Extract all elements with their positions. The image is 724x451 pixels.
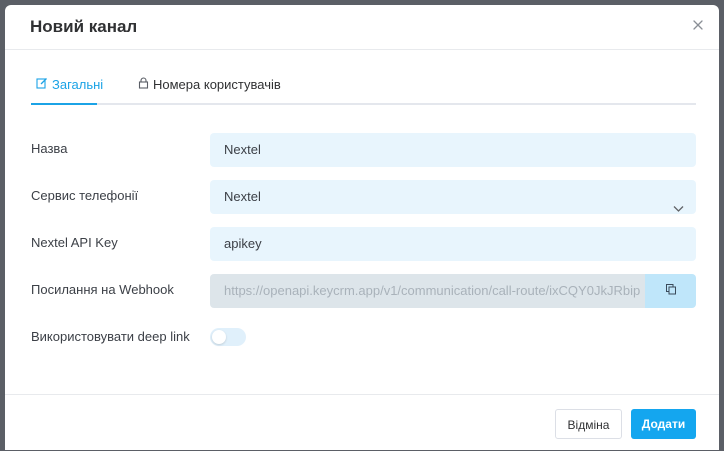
telephony-service-row: Сервис телефонії Nextel (30, 180, 696, 214)
telephony-service-select[interactable]: Nextel (210, 180, 696, 214)
deep-link-toggle[interactable] (210, 328, 246, 346)
lock-icon (138, 77, 149, 92)
cancel-button[interactable]: Відміна (555, 409, 622, 439)
tab-user-numbers-label: Номера користувачів (153, 77, 281, 92)
toggle-knob (212, 330, 226, 344)
tabs: Загальні Номера користувачів (31, 69, 696, 105)
deep-link-row: Використовувати deep link (30, 321, 696, 355)
copy-button[interactable] (645, 274, 696, 308)
tab-user-numbers[interactable]: Номера користувачів (138, 77, 281, 92)
api-key-row: Nextel API Key (30, 227, 696, 261)
tab-active-indicator (31, 103, 97, 105)
dialog-title: Новий канал (30, 17, 138, 36)
webhook-url-field: https://openapi.keycrm.app/v1/communicat… (210, 274, 645, 308)
add-button[interactable]: Додати (631, 409, 696, 439)
tab-general[interactable]: Загальні (36, 77, 103, 92)
name-row: Назва (30, 133, 696, 167)
new-channel-dialog: Новий канал Загальні Номера користувачів… (5, 5, 719, 450)
tab-general-label: Загальні (52, 77, 104, 92)
chevron-down-icon (673, 192, 684, 226)
api-key-input[interactable] (210, 227, 696, 261)
api-key-label: Nextel API Key (31, 235, 118, 250)
telephony-service-label: Сервис телефонії (31, 188, 139, 203)
edit-icon (36, 77, 48, 92)
deep-link-label: Використовувати deep link (31, 329, 190, 344)
webhook-label: Посилання на Webhook (31, 282, 174, 297)
dialog-footer: Відміна Додати (5, 394, 719, 451)
copy-icon (665, 282, 677, 300)
name-input[interactable] (210, 133, 696, 167)
webhook-field-group: https://openapi.keycrm.app/v1/communicat… (210, 274, 696, 308)
close-icon[interactable] (691, 18, 705, 32)
name-label: Назва (31, 141, 68, 156)
webhook-row: Посилання на Webhook https://openapi.key… (30, 274, 696, 308)
telephony-service-value: Nextel (224, 189, 261, 204)
dialog-header: Новий канал (5, 5, 719, 50)
